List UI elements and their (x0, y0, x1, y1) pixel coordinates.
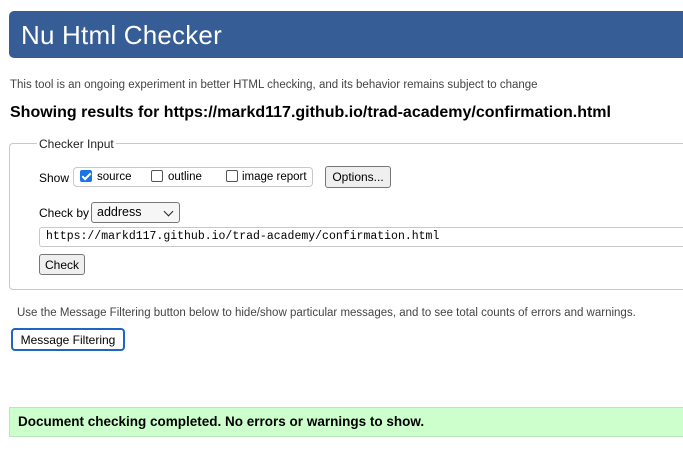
header-banner: Nu Html Checker (9, 11, 683, 58)
options-button[interactable]: Options... (325, 166, 391, 188)
checker-input-legend: Checker Input (37, 137, 116, 151)
image-report-checkbox[interactable] (226, 170, 238, 182)
results-heading: Showing results for https://markd117.git… (10, 104, 611, 121)
tagline: This tool is an ongoing experiment in be… (10, 79, 538, 91)
message-filtering-button[interactable]: Message Filtering (11, 328, 125, 351)
check-by-select[interactable]: address (91, 202, 180, 223)
outline-checkbox-label[interactable]: outline (168, 171, 202, 183)
chevron-down-icon (163, 206, 174, 217)
outline-checkbox[interactable] (151, 170, 163, 182)
source-checkbox-label[interactable]: source (97, 171, 132, 183)
message-filtering-note: Use the Message Filtering button below t… (17, 307, 636, 319)
page-title: Nu Html Checker (21, 20, 222, 50)
check-button[interactable]: Check (39, 254, 85, 275)
image-report-checkbox-label[interactable]: image report (242, 171, 307, 183)
check-by-select-value: address (97, 205, 142, 219)
url-input[interactable]: https://markd117.github.io/trad-academy/… (39, 227, 683, 247)
success-message-box: Document checking completed. No errors o… (9, 407, 683, 437)
check-by-label: Check by (39, 206, 90, 220)
success-message: Document checking completed. No errors o… (18, 414, 425, 429)
source-checkbox[interactable] (80, 170, 92, 182)
show-label: Show (39, 171, 70, 185)
